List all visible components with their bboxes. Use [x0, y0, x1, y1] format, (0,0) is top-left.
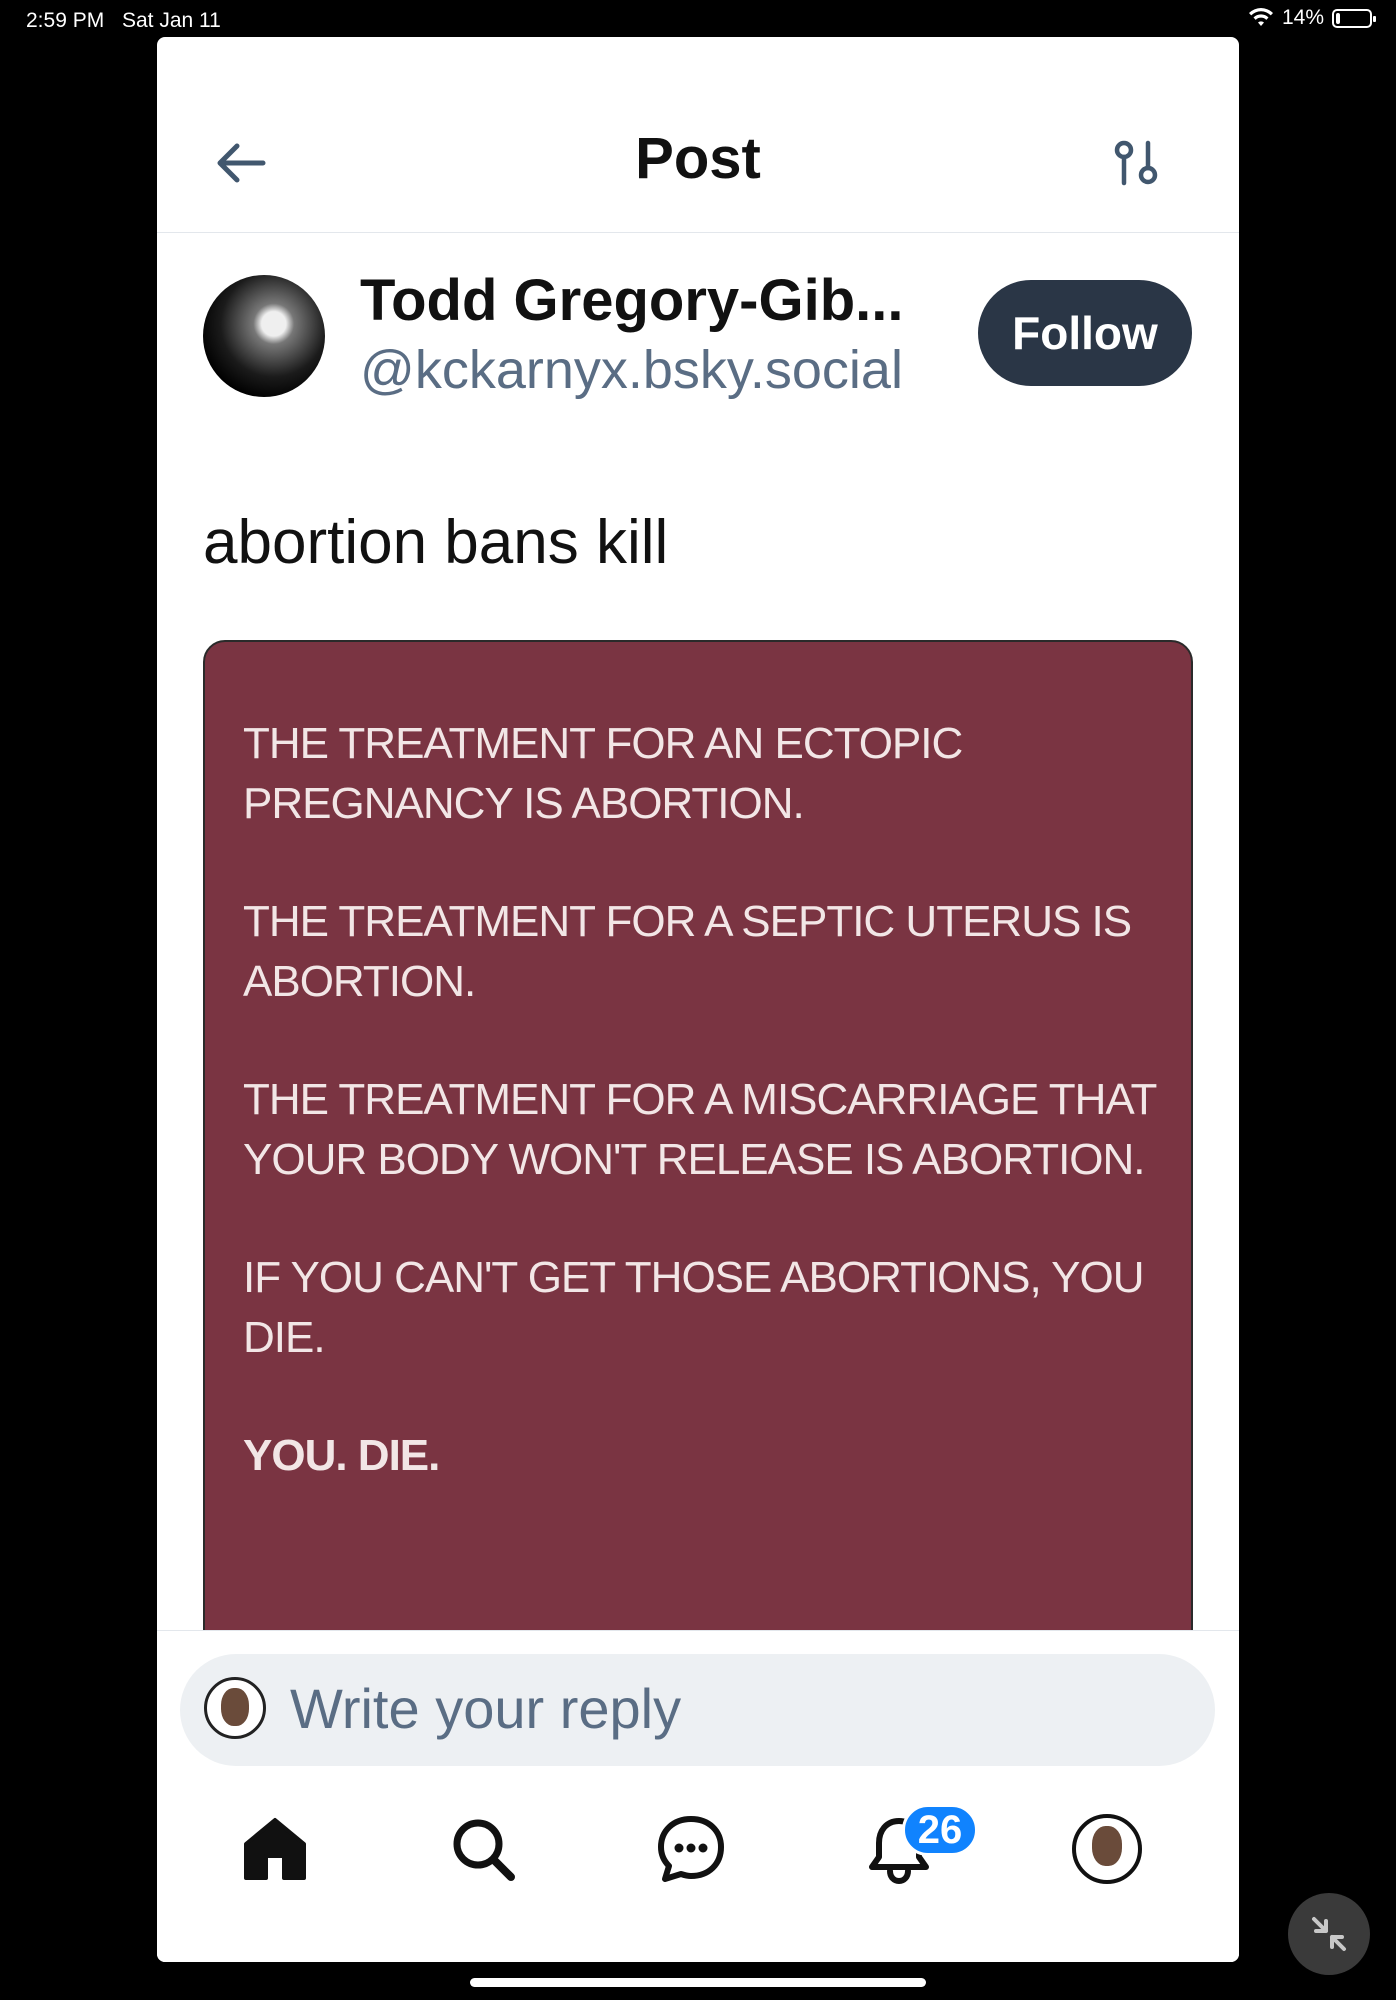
- home-icon: [244, 1818, 306, 1880]
- status-date: Sat Jan 11: [122, 9, 221, 32]
- author-name[interactable]: Todd Gregory-Gib...: [360, 267, 903, 334]
- thread-settings-button[interactable]: [1107, 135, 1165, 193]
- status-right: 14%: [1248, 6, 1376, 30]
- wifi-icon: [1248, 8, 1273, 26]
- reply-input[interactable]: Write your reply: [180, 1654, 1215, 1766]
- profile-avatar: [1072, 1814, 1142, 1884]
- image-text-line: YOU. DIE.: [243, 1431, 440, 1480]
- reply-avatar: [204, 1677, 266, 1739]
- follow-button[interactable]: Follow: [978, 280, 1192, 386]
- post-image[interactable]: THE TREATMENT FOR AN ECTOPIC PREGNANCY I…: [203, 640, 1193, 1670]
- reply-placeholder: Write your reply: [290, 1677, 682, 1740]
- collapse-button[interactable]: [1288, 1893, 1370, 1975]
- image-text-line: THE TREATMENT FOR A SEPTIC UTERUS IS ABO…: [243, 897, 1132, 1006]
- post-image-text: THE TREATMENT FOR AN ECTOPIC PREGNANCY I…: [243, 714, 1161, 1544]
- author-handle[interactable]: @kckarnyx.bsky.social: [360, 339, 903, 401]
- battery-percent: 14%: [1281, 6, 1324, 29]
- image-text-line: THE TREATMENT FOR A MISCARRIAGE THAT YOU…: [243, 1075, 1157, 1184]
- chat-icon: [658, 1816, 724, 1882]
- home-indicator[interactable]: [470, 1978, 926, 1987]
- post-text: abortion bans kill: [203, 508, 669, 577]
- battery-level: [1336, 12, 1340, 24]
- sliders-icon: [1114, 140, 1158, 186]
- status-time: 2:59 PM: [26, 9, 105, 32]
- post-header: Post: [157, 37, 1239, 233]
- notifications-badge: 26: [902, 1804, 978, 1856]
- image-text-line: IF YOU CAN'T GET THOSE ABORTIONS, YOU DI…: [243, 1253, 1145, 1362]
- tab-home[interactable]: [230, 1784, 320, 1914]
- reply-bar: Write your reply: [157, 1630, 1239, 1785]
- status-bar: 2:59 PM Sat Jan 11 14%: [0, 0, 1396, 40]
- app-window: Post Todd Gregory-Gib... @kckarnyx.bsky.…: [157, 37, 1239, 1962]
- tab-search[interactable]: [438, 1784, 528, 1914]
- author-avatar[interactable]: [203, 275, 325, 397]
- collapse-arrows-icon: [1312, 1917, 1346, 1951]
- bottom-tab-bar: 26: [157, 1784, 1239, 1962]
- image-text-line: THE TREATMENT FOR AN ECTOPIC PREGNANCY I…: [243, 719, 963, 828]
- tab-profile[interactable]: [1062, 1784, 1152, 1914]
- battery-icon: [1332, 8, 1376, 28]
- page-title: Post: [635, 126, 761, 191]
- tab-chat[interactable]: [646, 1784, 736, 1914]
- search-icon: [453, 1819, 515, 1881]
